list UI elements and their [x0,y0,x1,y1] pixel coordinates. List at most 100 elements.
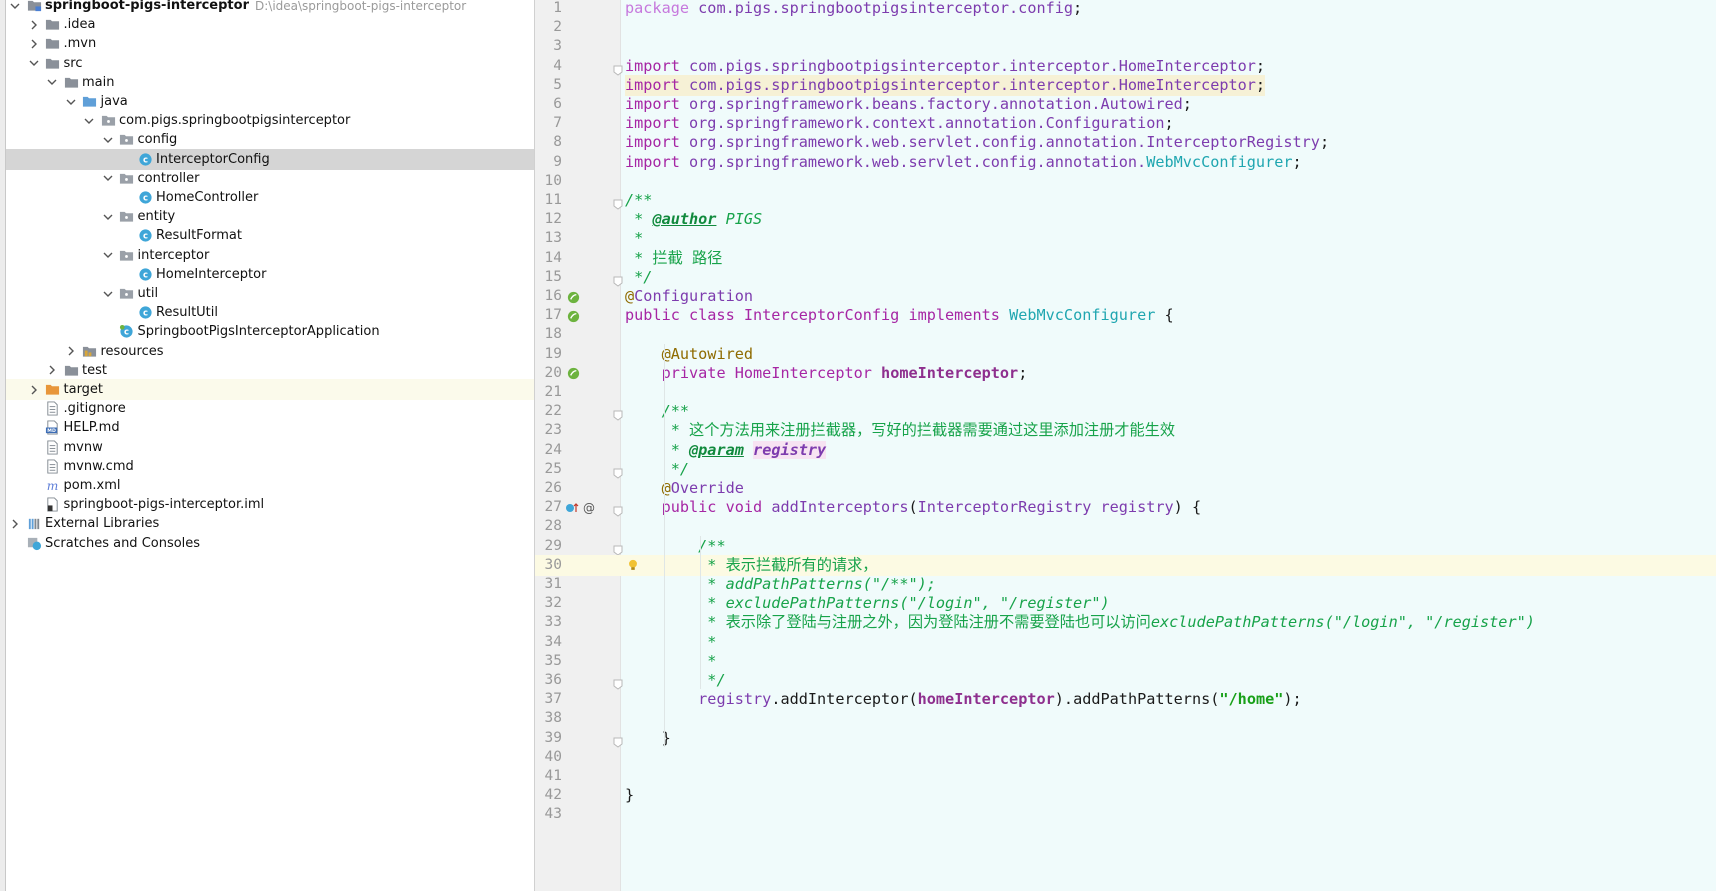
tree-item-mvn[interactable]: .mvn [6,33,534,54]
chevron-right-icon[interactable] [45,363,59,377]
tree-item-mvnw-cmd[interactable]: mvnw.cmd [6,456,534,477]
fold-marker-icon[interactable] [613,675,623,690]
code-line[interactable]: 30 * 表示拦截所有的请求， [535,554,1716,576]
tree-item-interceptorconfig[interactable]: c InterceptorConfig [6,148,534,170]
code-line[interactable]: 5 import com.pigs.springbootpigsintercept… [535,74,1716,96]
code-line[interactable]: 3 [535,36,1716,57]
chevron-down-icon[interactable] [64,95,78,109]
code-line[interactable]: 16 @Configuration [535,286,1716,307]
fold-marker-icon[interactable] [613,406,623,421]
tree-item-homeinterceptor[interactable]: c HomeInterceptor [6,264,534,285]
code-line[interactable]: 25 */ [535,459,1716,480]
tree-item-springbootpigsinterceptorapplication[interactable]: c SpringbootPigsInterceptorApplication [6,321,534,342]
code-line[interactable]: 26 @Override [535,478,1716,499]
tree-item-java[interactable]: java [6,91,534,112]
code-line[interactable]: 21 [535,382,1716,403]
spring-bean-icon[interactable] [565,308,581,324]
tree-item-main[interactable]: main [6,72,534,93]
code-line[interactable]: 35 * [535,651,1716,672]
code-line[interactable]: 20 private HomeInterceptor homeIntercept… [535,363,1716,384]
code-line[interactable]: 29 /** [535,536,1716,557]
chevron-down-icon[interactable] [101,287,115,301]
code-line[interactable]: 15 */ [535,267,1716,288]
code-line[interactable]: 28 [535,516,1716,537]
code-line[interactable]: 1 package com.pigs.springbootpigsintercep… [535,0,1716,19]
code-line[interactable]: 38 [535,708,1716,729]
tree-item-target[interactable]: target [6,379,534,400]
code-line[interactable]: 6 import org.springframework.beans.factor… [535,94,1716,115]
tree-item-homecontroller[interactable]: c HomeController [6,187,534,208]
chevron-right-icon[interactable] [27,383,41,397]
code-line[interactable]: 17 public class InterceptorConfig impleme… [535,305,1716,326]
tree-item-controller[interactable]: controller [6,168,534,189]
chevron-down-icon[interactable] [27,56,41,70]
chevron-right-icon[interactable] [8,517,22,531]
code-line[interactable]: 8 import org.springframework.web.servlet.… [535,132,1716,153]
code-line[interactable]: 39 } [535,728,1716,749]
fold-marker-icon[interactable] [613,733,623,748]
fold-marker-icon[interactable] [613,541,623,556]
fold-marker-icon[interactable] [613,502,623,517]
tree-item-springboot-pigs-interceptor-iml[interactable]: springboot-pigs-interceptor.iml [6,494,534,515]
code-line[interactable]: 42} [535,785,1716,806]
tree-item-resources[interactable]: resources [6,341,534,362]
chevron-down-icon[interactable] [101,210,115,224]
tree-item-resultformat[interactable]: c ResultFormat [6,225,534,246]
code-line[interactable]: 2 [535,17,1716,38]
fold-marker-icon[interactable] [613,272,623,287]
tree-item-src[interactable]: src [6,53,534,74]
code-line[interactable]: 18 [535,324,1716,345]
tree-item-config[interactable]: config [6,129,534,150]
tree-item-pom-xml[interactable]: m pom.xml [6,475,534,496]
code-line[interactable]: 27 @ public void addInterceptors(Intercep… [535,497,1716,518]
code-line[interactable]: 23 * 这个方法用来注册拦截器，写好的拦截器需要通过这里添加注册才能生效 [535,420,1716,441]
code-line[interactable]: 41 [535,766,1716,787]
tree-item-gitignore[interactable]: .gitignore [6,398,534,419]
tree-item-util[interactable]: util [6,283,534,304]
code-line[interactable]: 7 import org.springframework.context.anno… [535,113,1716,134]
chevron-down-icon[interactable] [101,171,115,185]
spring-bean-icon[interactable] [565,289,581,305]
code-line[interactable]: 22 /** [535,401,1716,422]
tree-item-entity[interactable]: entity [6,206,534,227]
tree-item-com-pigs-springbootpigsinterceptor[interactable]: com.pigs.springbootpigsinterceptor [6,110,534,131]
code-line[interactable]: 24 * @param registry [535,440,1716,461]
code-line[interactable]: 14 * 拦截 路径 [535,248,1716,269]
chevron-down-icon[interactable] [8,0,22,13]
chevron-down-icon[interactable] [82,114,96,128]
tree-item-scratches-and-consoles[interactable]: Scratches and Consoles [6,533,534,554]
chevron-right-icon[interactable] [27,37,41,51]
code-line[interactable]: 43 [535,804,1716,825]
code-line[interactable]: 31 * addPathPatterns("/**"); [535,574,1716,595]
code-line[interactable]: 19 @Autowired [535,344,1716,365]
code-line[interactable]: 40 [535,747,1716,768]
chevron-down-icon[interactable] [45,75,59,89]
chevron-right-icon[interactable] [64,344,78,358]
code-line[interactable]: 33 * 表示除了登陆与注册之外，因为登陆注册不需要登陆也可以访问exclude… [535,612,1716,633]
spring-bean-icon[interactable] [565,366,581,382]
fold-marker-icon[interactable] [613,195,623,210]
chevron-right-icon[interactable] [27,18,41,32]
code-line[interactable]: 32 * excludePathPatterns("/login", "/reg… [535,593,1716,614]
code-line[interactable]: 10 [535,171,1716,192]
code-editor[interactable]: 1 package com.pigs.springbootpigsintercep… [535,0,1716,891]
tree-item-test[interactable]: test [6,360,534,381]
code-line[interactable]: 4 import com.pigs.springbootpigsintercept… [535,56,1716,77]
code-line[interactable]: 9 import org.springframework.web.servlet.… [535,152,1716,173]
tree-item-idea[interactable]: .idea [6,14,534,35]
code-line[interactable]: 12 * @author PIGS [535,209,1716,230]
code-line[interactable]: 13 * [535,228,1716,249]
chevron-down-icon[interactable] [101,248,115,262]
code-line[interactable]: 36 */ [535,670,1716,691]
override-icon[interactable]: @ [565,500,599,516]
fold-marker-icon[interactable] [613,61,623,76]
chevron-down-icon[interactable] [101,133,115,147]
tree-item-resultutil[interactable]: c ResultUtil [6,302,534,323]
tree-item-mvnw[interactable]: mvnw [6,437,534,458]
tree-item-interceptor[interactable]: interceptor [6,245,534,266]
fold-marker-icon[interactable] [613,464,623,479]
code-line[interactable]: 37 registry.addInterceptor(homeIntercept… [535,689,1716,710]
code-line[interactable]: 11 /** [535,190,1716,211]
tree-item-help-md[interactable]: MD HELP.md [6,417,534,438]
code-line[interactable]: 34 * [535,632,1716,653]
